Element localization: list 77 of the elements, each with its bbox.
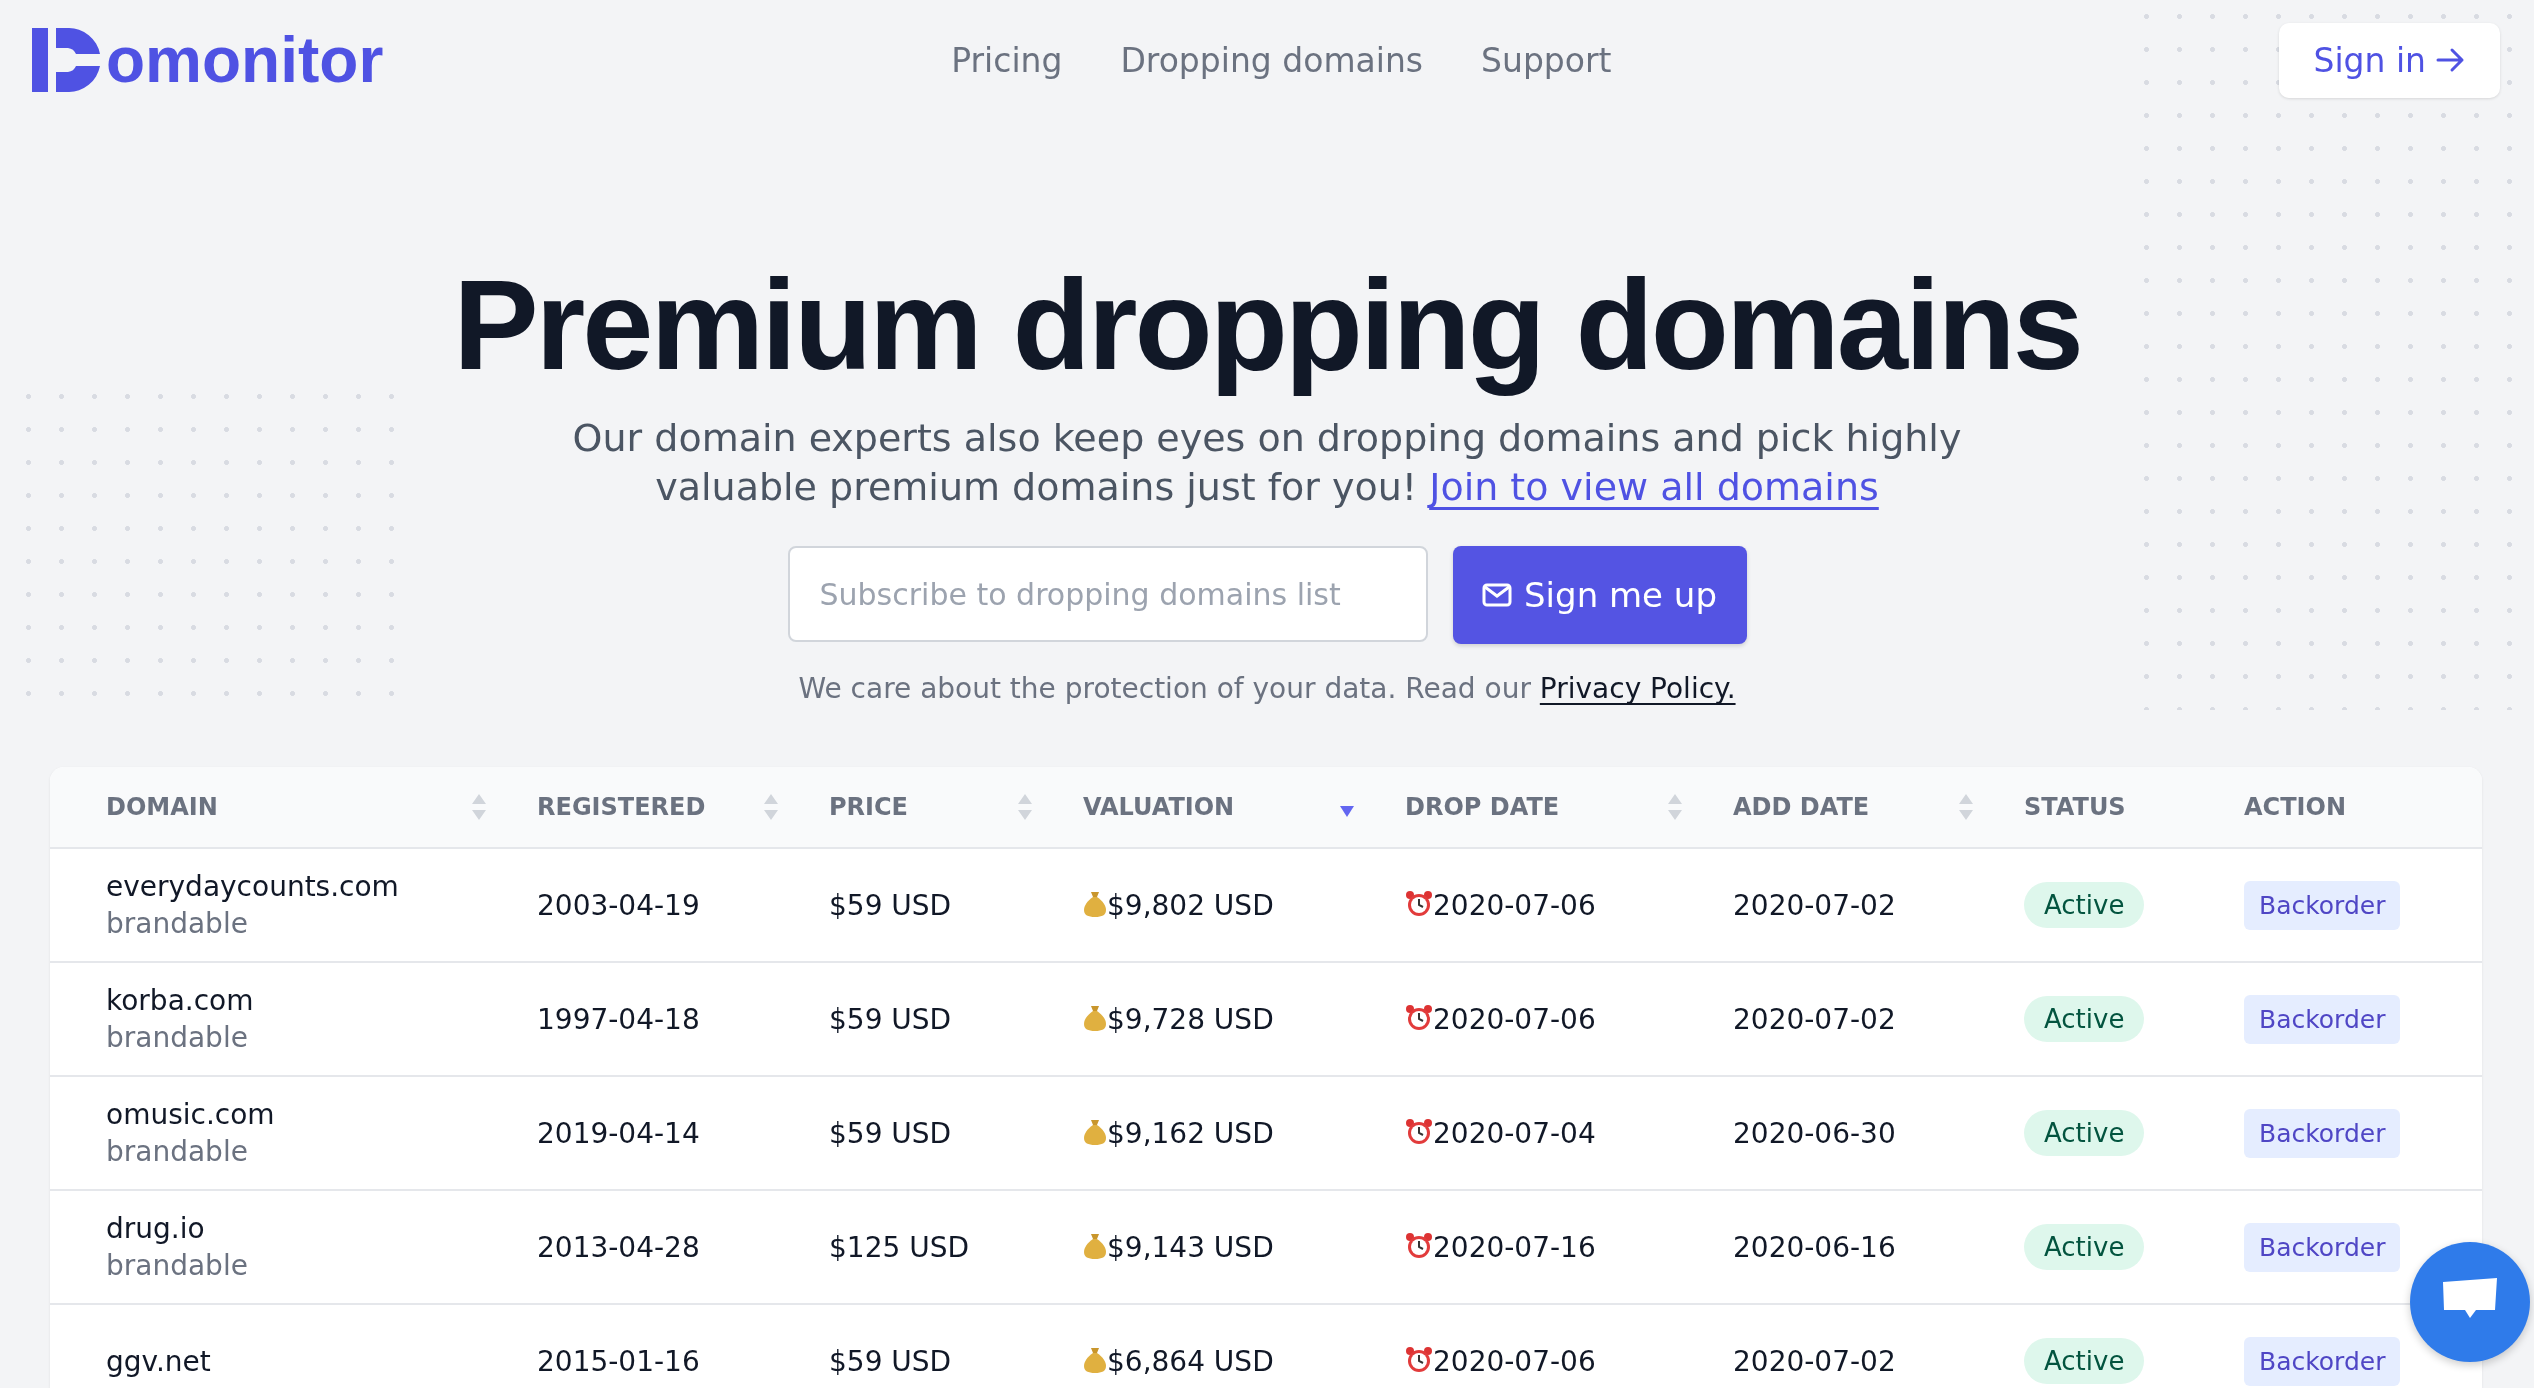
domain-tag: brandable (106, 1021, 537, 1055)
money-bag-icon (1083, 1003, 1107, 1032)
domain-tag: brandable (106, 907, 537, 941)
email-field[interactable]: Subscribe to dropping domains list (787, 546, 1428, 643)
sign-in-button[interactable]: Sign in (2279, 22, 2500, 98)
column-header: ADD DATE (1733, 793, 1870, 822)
join-link[interactable]: Join to view all domains (1429, 465, 1879, 510)
registered-date: 2013-04-28 (537, 1230, 701, 1264)
column-header: ACTION (2244, 793, 2346, 822)
column-header: PRICE (829, 793, 908, 822)
add-date: 2020-07-02 (1733, 1344, 1897, 1378)
registered-date: 2003-04-19 (537, 888, 701, 922)
drop-date: 2020-07-16 (1433, 1230, 1596, 1264)
alarm-clock-icon (1405, 1231, 1433, 1260)
registered-date: 2015-01-16 (537, 1344, 701, 1378)
logo-text: omonitor (106, 23, 384, 97)
status-badge: Active (2024, 882, 2145, 929)
status-badge: Active (2024, 1224, 2145, 1271)
sign-up-button[interactable]: Sign me up (1452, 546, 1747, 645)
domain-name: omusic.com (106, 1098, 276, 1132)
backorder-button[interactable]: Backorder (2244, 1336, 2401, 1386)
drop-date: 2020-07-06 (1433, 888, 1596, 922)
nav-link[interactable]: Dropping domains (1120, 40, 1424, 80)
domain-name: everydaycounts.com (106, 870, 400, 904)
valuation: $9,728 USD (1107, 1002, 1274, 1036)
add-date: 2020-07-02 (1733, 888, 1897, 922)
alarm-clock-icon (1405, 1117, 1433, 1146)
alarm-clock-icon (1405, 889, 1433, 918)
drop-date: 2020-07-06 (1433, 1344, 1596, 1378)
status-badge: Active (2024, 1110, 2145, 1157)
backorder-button[interactable]: Backorder (2244, 1108, 2401, 1158)
money-bag-icon (1083, 1231, 1107, 1260)
valuation: $9,162 USD (1107, 1116, 1274, 1150)
money-bag-icon (1083, 1345, 1107, 1374)
domain-name: korba.com (106, 984, 255, 1018)
column-header: STATUS (2024, 793, 2126, 822)
add-date: 2020-06-16 (1733, 1230, 1897, 1264)
column-header: REGISTERED (537, 793, 706, 822)
envelope-icon (1482, 583, 1512, 608)
registered-date: 1997-04-18 (537, 1002, 701, 1036)
price: $59 USD (829, 888, 953, 922)
privacy-note: We care about the protection of your data. Read our Privacy Policy. (798, 672, 1736, 706)
price: $59 USD (829, 1344, 953, 1378)
status-badge: Active (2024, 1338, 2145, 1385)
domain-tag: brandable (106, 1249, 537, 1283)
backorder-button[interactable]: Backorder (2244, 880, 2401, 930)
column-header: VALUATION (1083, 793, 1235, 822)
price: $59 USD (829, 1002, 953, 1036)
valuation: $9,143 USD (1107, 1230, 1274, 1264)
column-header: DROP DATE (1405, 793, 1560, 822)
price: $125 USD (829, 1230, 970, 1264)
domain-name: ggv.net (106, 1344, 212, 1378)
drop-date: 2020-07-04 (1433, 1116, 1596, 1150)
column-header: DOMAIN (106, 793, 218, 822)
alarm-clock-icon (1405, 1003, 1433, 1032)
domain-name: drug.io (106, 1212, 206, 1246)
money-bag-icon (1083, 889, 1107, 918)
nav-link[interactable]: Support (1481, 40, 1612, 80)
status-badge: Active (2024, 996, 2145, 1043)
money-bag-icon (1083, 1117, 1107, 1146)
chat-button[interactable] (2410, 1242, 2530, 1362)
valuation: $6,864 USD (1107, 1344, 1274, 1378)
valuation: $9,802 USD (1107, 888, 1274, 922)
logo[interactable]: omonitor (32, 23, 384, 97)
add-date: 2020-07-02 (1733, 1002, 1897, 1036)
domain-tag: brandable (106, 1135, 537, 1169)
arrow-right-icon (2436, 47, 2466, 73)
registered-date: 2019-04-14 (537, 1116, 701, 1150)
nav-link[interactable]: Pricing (951, 40, 1063, 80)
hero-subtitle: Our domain experts also keep eyes on dropping domains and pick highly valuable premium domains just for you! Join to view all domains (571, 415, 1963, 512)
privacy-link[interactable]: Privacy Policy. (1539, 672, 1736, 706)
backorder-button[interactable]: Backorder (2244, 1222, 2401, 1272)
add-date: 2020-06-30 (1733, 1116, 1897, 1150)
backorder-button[interactable]: Backorder (2244, 994, 2401, 1044)
price: $59 USD (829, 1116, 953, 1150)
alarm-clock-icon (1405, 1345, 1433, 1374)
drop-date: 2020-07-06 (1433, 1002, 1596, 1036)
